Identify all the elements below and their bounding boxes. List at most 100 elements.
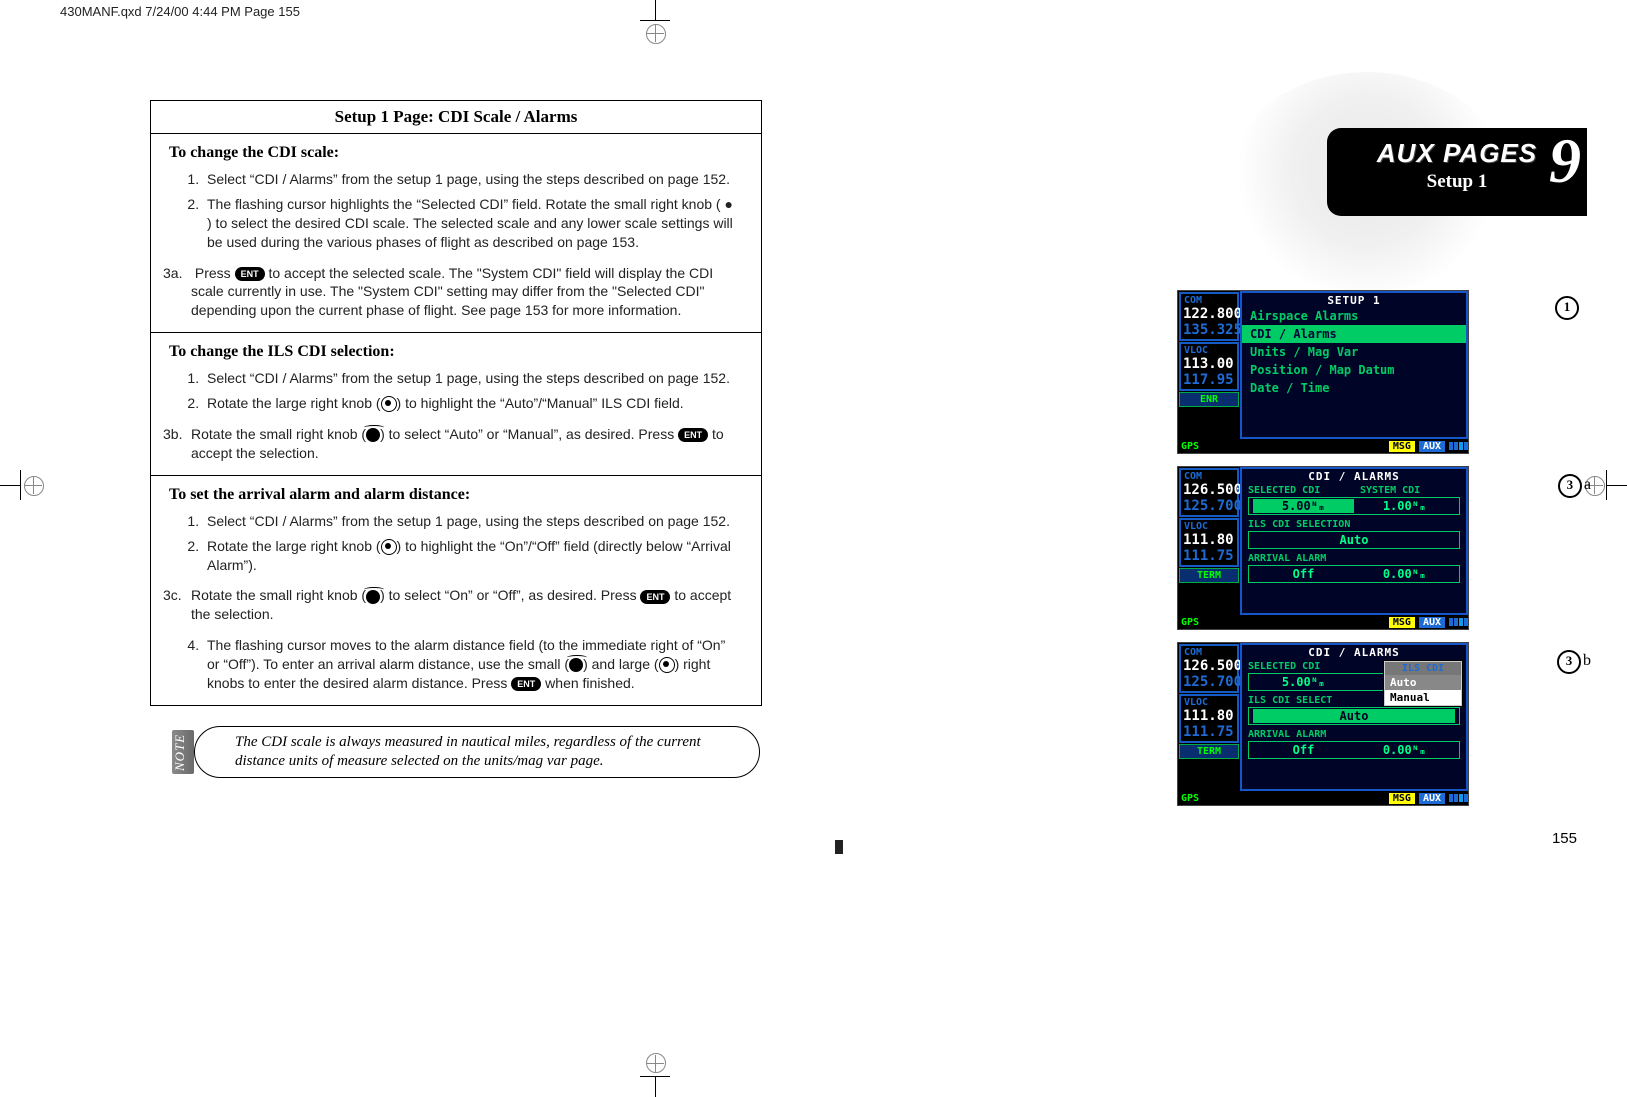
chapter-title: AUX PAGES bbox=[1327, 128, 1587, 169]
crop-mark-left bbox=[0, 470, 40, 500]
step-text: The flashing cursor highlights the “Sele… bbox=[207, 196, 733, 250]
system-cdi-label: SYSTEM CDI bbox=[1354, 483, 1466, 496]
screen-title: SETUP 1 bbox=[1242, 293, 1466, 307]
aux-indicator: AUX bbox=[1419, 617, 1445, 628]
com-standby: 125.700 bbox=[1181, 498, 1237, 514]
ils-value: Auto bbox=[1253, 533, 1455, 547]
menu-item-selected: CDI / Alarms bbox=[1242, 325, 1466, 343]
section-3-heading: To set the arrival alarm and alarm dista… bbox=[151, 476, 761, 512]
msg-indicator: MSG bbox=[1389, 617, 1415, 628]
com-standby: 125.700 bbox=[1181, 674, 1237, 690]
step: Rotate the large right knob () to highli… bbox=[203, 394, 741, 413]
callout-3a: 3a bbox=[1558, 474, 1591, 498]
step: Select “CDI / Alarms” from the setup 1 p… bbox=[203, 512, 741, 531]
com-standby: 135.325 bbox=[1181, 322, 1237, 338]
selected-cdi-value: 5.00ᴺₘ bbox=[1253, 675, 1354, 689]
print-header: 430MANF.qxd 7/24/00 4:44 PM Page 155 bbox=[60, 4, 300, 19]
popup-option-selected: Manual bbox=[1385, 690, 1461, 705]
gps-screen-cdi-alarms: COM 126.500 125.700 VLOC 111.80 111.75 T… bbox=[1177, 466, 1469, 630]
selected-cdi-value: 5.00ᴺₘ bbox=[1253, 499, 1354, 513]
page-bars bbox=[1449, 618, 1468, 626]
large-knob-icon bbox=[381, 396, 397, 412]
ils-under-value: Auto bbox=[1253, 709, 1455, 723]
menu-item: Position / Map Datum bbox=[1242, 361, 1466, 379]
flight-mode: TERM bbox=[1179, 744, 1239, 759]
com-active: 122.800 bbox=[1181, 306, 1237, 322]
arrival-dist: 0.00ᴺₘ bbox=[1354, 743, 1455, 757]
com-label: COM bbox=[1181, 294, 1237, 306]
instructions-table: Setup 1 Page: CDI Scale / Alarms To chan… bbox=[150, 100, 762, 706]
large-knob-icon bbox=[659, 657, 675, 673]
ent-icon: ENT bbox=[511, 677, 541, 691]
arrival-onoff: Off bbox=[1253, 743, 1354, 757]
gutter-mark bbox=[835, 840, 843, 854]
ent-icon: ENT bbox=[235, 267, 265, 281]
msg-indicator: MSG bbox=[1389, 793, 1415, 804]
crop-mark-bottom bbox=[640, 1057, 670, 1097]
arrival-label: ARRIVAL ALARM bbox=[1242, 727, 1466, 740]
vloc-label: VLOC bbox=[1181, 344, 1237, 356]
step-3c: Rotate the small right knob () to select… bbox=[187, 586, 741, 624]
aux-indicator: AUX bbox=[1419, 441, 1445, 452]
vloc-label: VLOC bbox=[1181, 696, 1237, 708]
table-title: Setup 1 Page: CDI Scale / Alarms bbox=[151, 101, 761, 134]
step-3a: Press ENT to accept the selected scale. … bbox=[187, 264, 741, 321]
gps-indicator: GPS bbox=[1178, 441, 1202, 452]
step: Rotate the large right knob () to highli… bbox=[203, 537, 741, 575]
screen-title: CDI / ALARMS bbox=[1242, 469, 1466, 483]
msg-indicator: MSG bbox=[1389, 441, 1415, 452]
crop-mark-right bbox=[1587, 470, 1627, 500]
menu-item: Airspace Alarms bbox=[1242, 307, 1466, 325]
ent-icon: ENT bbox=[678, 428, 708, 442]
arrival-onoff: Off bbox=[1253, 567, 1354, 581]
vloc-active: 113.00 bbox=[1181, 356, 1237, 372]
vloc-label: VLOC bbox=[1181, 520, 1237, 532]
com-active: 126.500 bbox=[1181, 482, 1237, 498]
crop-mark-top bbox=[640, 0, 670, 40]
menu-item: Units / Mag Var bbox=[1242, 343, 1466, 361]
com-label: COM bbox=[1181, 646, 1237, 658]
note-tab: NOTE bbox=[172, 730, 194, 774]
ent-icon: ENT bbox=[640, 590, 670, 604]
flight-mode: ENR bbox=[1179, 392, 1239, 407]
ils-label: ILS CDI SELECTION bbox=[1242, 517, 1466, 530]
small-knob-icon bbox=[569, 658, 583, 672]
screen-title: CDI / ALARMS bbox=[1242, 645, 1466, 659]
gps-indicator: GPS bbox=[1178, 617, 1202, 628]
step: Select “CDI / Alarms” from the setup 1 p… bbox=[203, 369, 741, 388]
chapter-subtitle: Setup 1 bbox=[1327, 171, 1587, 193]
step: The flashing cursor highlights the “Sele… bbox=[203, 195, 741, 252]
menu-item: Date / Time bbox=[1242, 379, 1466, 397]
note-box: NOTE The CDI scale is always measured in… bbox=[150, 726, 760, 778]
com-label: COM bbox=[1181, 470, 1237, 482]
gps-screen-setup1: COM 122.800 135.325 VLOC 113.00 117.95 E… bbox=[1177, 290, 1469, 454]
gps-indicator: GPS bbox=[1178, 793, 1202, 804]
chapter-tab: AUX PAGES Setup 1 bbox=[1327, 128, 1587, 216]
flight-mode: TERM bbox=[1179, 568, 1239, 583]
page-number: 155 bbox=[1552, 830, 1577, 847]
page-bars bbox=[1449, 442, 1468, 450]
vloc-standby: 111.75 bbox=[1181, 724, 1237, 740]
com-active: 126.500 bbox=[1181, 658, 1237, 674]
gps-screen-ils-popup: COM 126.500 125.700 VLOC 111.80 111.75 T… bbox=[1177, 642, 1469, 806]
step: Select “CDI / Alarms” from the setup 1 p… bbox=[203, 170, 741, 189]
large-knob-icon bbox=[381, 539, 397, 555]
popup-title: ILS CDI bbox=[1385, 662, 1461, 675]
section-1-heading: To change the CDI scale: bbox=[151, 134, 761, 170]
arrival-dist: 0.00ᴺₘ bbox=[1354, 567, 1455, 581]
chapter-number: 9 bbox=[1549, 124, 1581, 198]
note-body: The CDI scale is always measured in naut… bbox=[194, 726, 760, 778]
ils-popup: ILS CDI Auto Manual bbox=[1384, 661, 1462, 706]
callout-3b: 3b bbox=[1557, 650, 1591, 674]
step-3b: Rotate the small right knob () to select… bbox=[187, 425, 741, 463]
vloc-active: 111.80 bbox=[1181, 708, 1237, 724]
arrival-label: ARRIVAL ALARM bbox=[1242, 551, 1466, 564]
step: The flashing cursor moves to the alarm d… bbox=[203, 636, 741, 693]
small-knob-icon bbox=[366, 428, 380, 442]
vloc-standby: 111.75 bbox=[1181, 548, 1237, 564]
page-bars bbox=[1449, 794, 1468, 802]
aux-indicator: AUX bbox=[1419, 793, 1445, 804]
system-cdi-value: 1.00ᴺₘ bbox=[1354, 499, 1455, 513]
callout-1: 1 bbox=[1555, 296, 1579, 320]
small-knob-icon bbox=[366, 590, 380, 604]
